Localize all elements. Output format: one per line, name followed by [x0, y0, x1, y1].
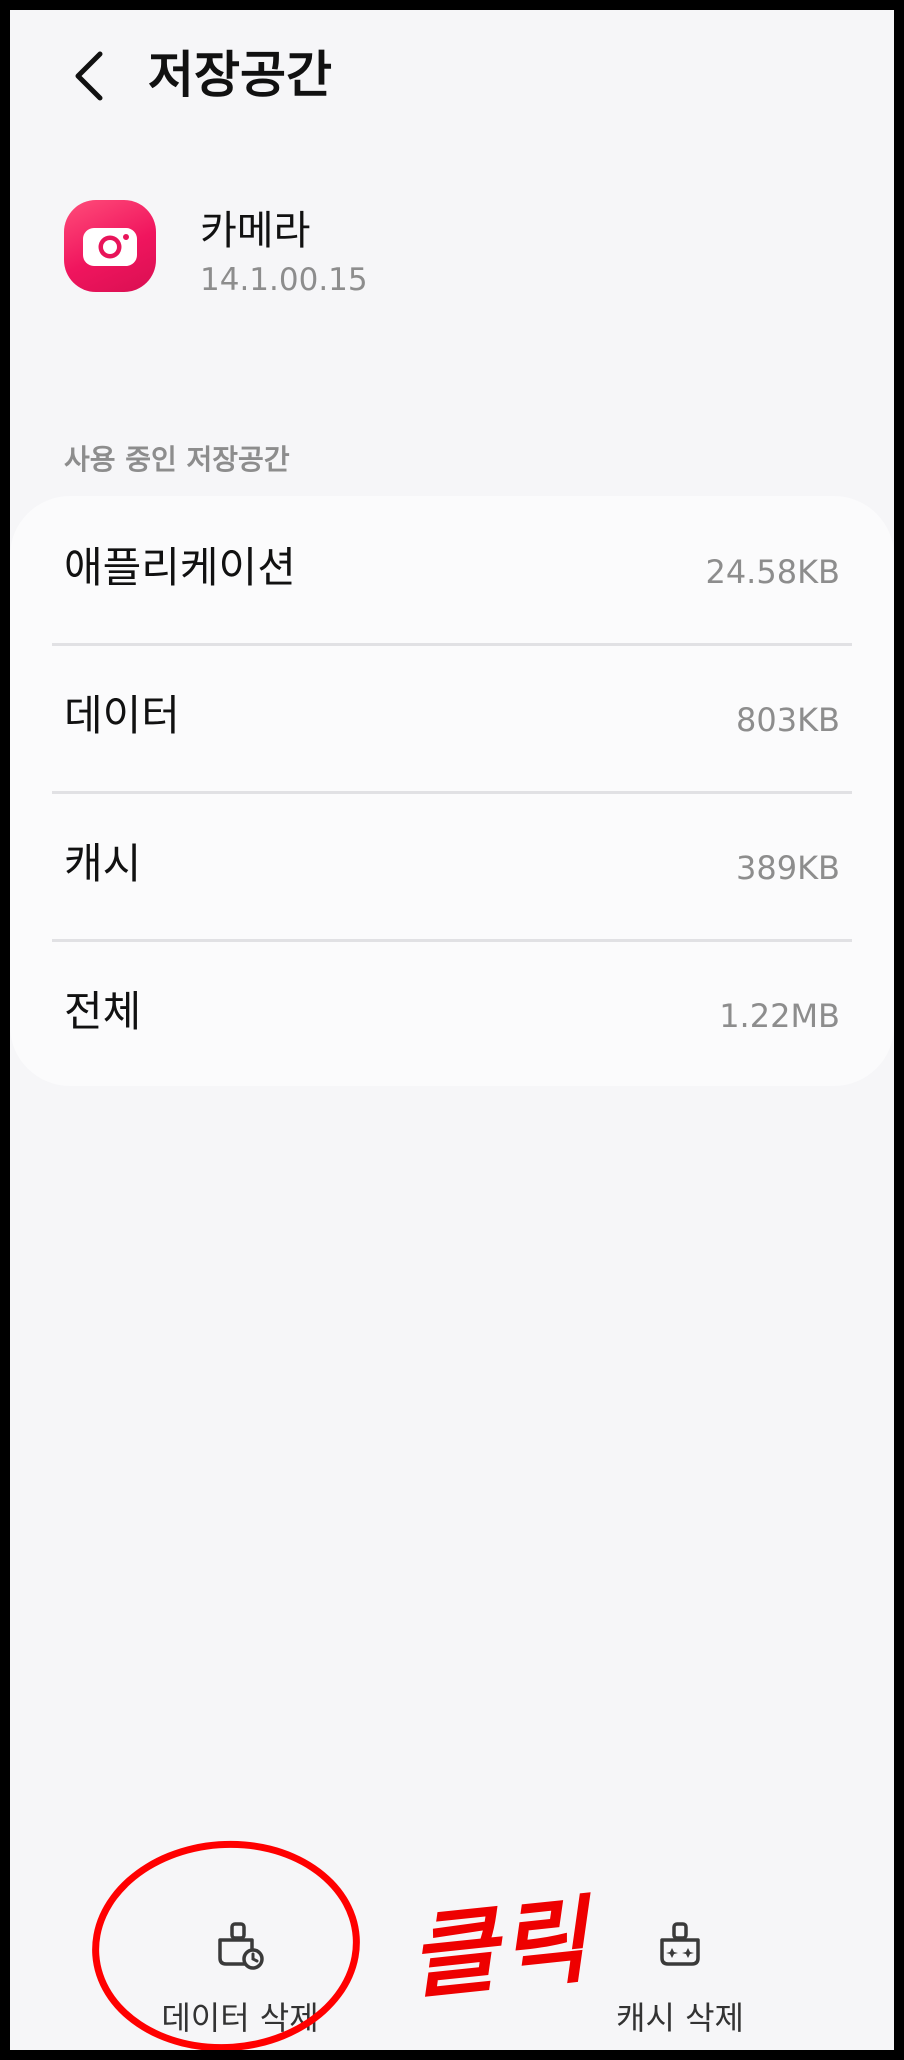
storage-row-cache: 캐시 389KB	[52, 792, 852, 939]
back-button[interactable]	[60, 46, 120, 106]
storage-row-label: 전체	[64, 987, 142, 1036]
storage-row-total: 전체 1.22MB	[52, 940, 852, 1087]
app-version: 14.1.00.15	[200, 262, 368, 298]
app-name: 카메라	[200, 208, 311, 254]
clear-data-icon	[218, 1922, 264, 1970]
clear-cache-icon	[660, 1922, 700, 1966]
camera-app-icon	[64, 200, 156, 292]
storage-row-data: 데이터 803KB	[52, 644, 852, 791]
storage-row-value: 389KB	[735, 849, 840, 887]
storage-row-label: 데이터	[64, 691, 180, 740]
clear-data-label: 데이터 삭제	[161, 1999, 319, 2037]
page-title: 저장공간	[148, 46, 332, 104]
app-info: 카메라 14.1.00.15	[10, 200, 894, 310]
storage-row-label: 애플리케이션	[64, 543, 296, 592]
storage-row-value: 1.22MB	[719, 997, 840, 1035]
annotation-click-label: 클릭	[404, 1885, 597, 2014]
storage-row-value: 803KB	[735, 701, 840, 739]
top-app-bar: 저장공간	[10, 10, 894, 140]
clear-cache-label: 캐시 삭제	[616, 1999, 744, 2037]
storage-card: 애플리케이션 24.58KB 데이터 803KB 캐시 389KB 전체 1.2…	[10, 496, 894, 1086]
storage-row-label: 캐시	[64, 839, 142, 888]
section-header-storage-used: 사용 중인 저장공간	[64, 443, 290, 476]
storage-row-value: 24.58KB	[705, 553, 840, 591]
chevron-left-icon	[75, 51, 103, 101]
clear-cache-button[interactable]: 캐시 삭제	[570, 1918, 790, 2050]
storage-row-application: 애플리케이션 24.58KB	[52, 496, 852, 643]
clear-data-button[interactable]: 데이터 삭제	[130, 1918, 350, 2050]
storage-screen: 저장공간 카메라 14.1.00.15 사용 중인 저장공간 애플리케이션 24…	[10, 10, 894, 2050]
